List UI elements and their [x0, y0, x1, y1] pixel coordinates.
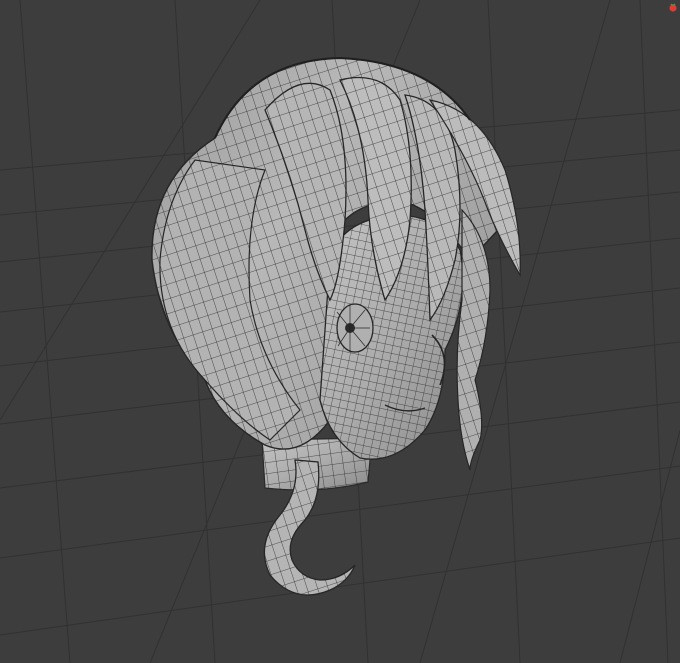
viewport-scene [0, 0, 680, 663]
strawberry-icon [668, 2, 678, 12]
3d-viewport[interactable] [0, 0, 680, 663]
